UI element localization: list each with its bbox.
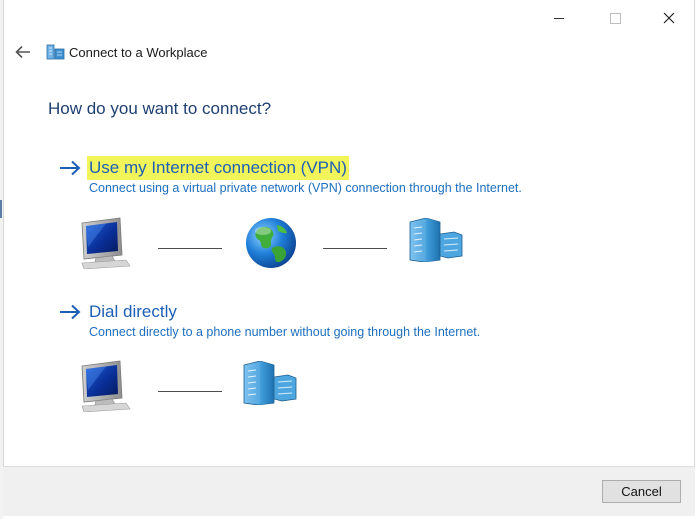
option-vpn-label[interactable]: Use my Internet connection (VPN) — [87, 156, 349, 180]
minimize-icon — [554, 17, 564, 19]
cancel-button[interactable]: Cancel — [602, 480, 681, 503]
back-button[interactable] — [11, 41, 35, 63]
arrow-right-icon — [60, 160, 81, 176]
close-icon — [663, 12, 675, 24]
wizard-window: Connect to a Workplace How do you want t… — [3, 0, 695, 516]
option-dial-description: Connect directly to a phone number witho… — [89, 325, 481, 339]
globe-icon — [246, 218, 296, 268]
back-arrow-icon — [15, 45, 30, 59]
window-title: Connect to a Workplace — [69, 45, 208, 60]
footer-bar: Cancel — [3, 466, 695, 516]
server-building-icon — [243, 361, 297, 405]
arrow-right-icon — [60, 304, 81, 320]
connection-line — [158, 391, 222, 392]
maximize-icon — [609, 12, 621, 24]
computer-icon — [81, 217, 131, 269]
option-dial-label[interactable]: Dial directly — [87, 300, 179, 324]
option-vpn-description: Connect using a virtual private network … — [89, 181, 522, 195]
close-button[interactable] — [646, 4, 692, 32]
connection-line — [323, 248, 387, 249]
network-workplace-icon — [46, 44, 65, 60]
page-heading: How do you want to connect? — [48, 99, 272, 118]
maximize-button[interactable] — [592, 4, 638, 32]
connection-line — [158, 248, 222, 249]
computer-icon — [81, 360, 131, 412]
minimize-button[interactable] — [536, 4, 582, 32]
server-building-icon — [409, 218, 463, 262]
